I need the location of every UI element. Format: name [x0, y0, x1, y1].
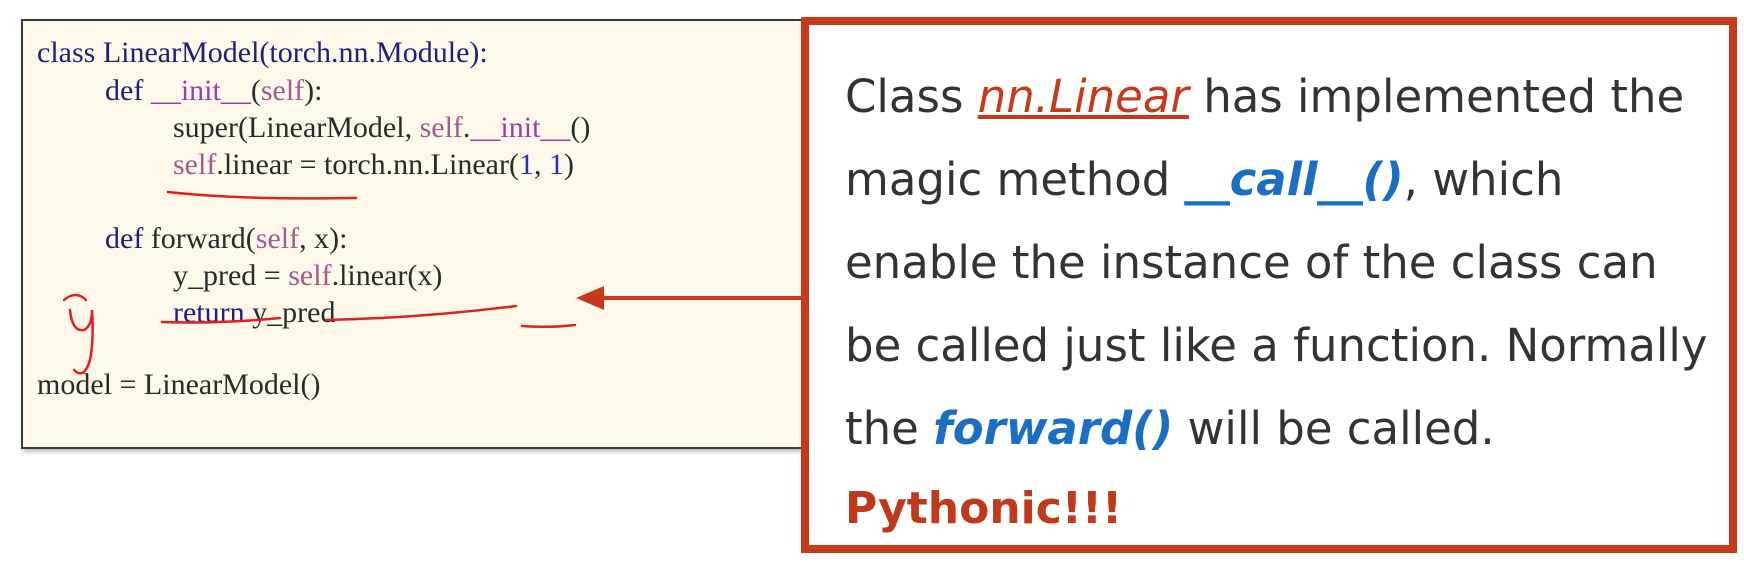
explanation-text: Class nn.Linear has implemented the magi…: [845, 55, 1725, 470]
call-method: __call__(): [1184, 153, 1404, 206]
text-class: Class: [845, 70, 978, 123]
underline-self-linear-call: [324, 304, 518, 322]
y-hat-caret: [62, 293, 88, 302]
y-hat-glyph: [68, 308, 94, 375]
underline-x: [520, 323, 577, 329]
forward-method: forward(): [933, 402, 1174, 455]
underline-self-linear: [166, 190, 358, 200]
nn-linear-link[interactable]: nn.Linear: [978, 70, 1189, 123]
text-called: will be called.: [1173, 402, 1495, 455]
explanation-callout: Class nn.Linear has implemented the magi…: [801, 17, 1737, 553]
pythonic-label: Pythonic!!!: [845, 483, 1123, 534]
underline-y-pred: [160, 316, 282, 324]
arrow-icon: [576, 286, 801, 310]
